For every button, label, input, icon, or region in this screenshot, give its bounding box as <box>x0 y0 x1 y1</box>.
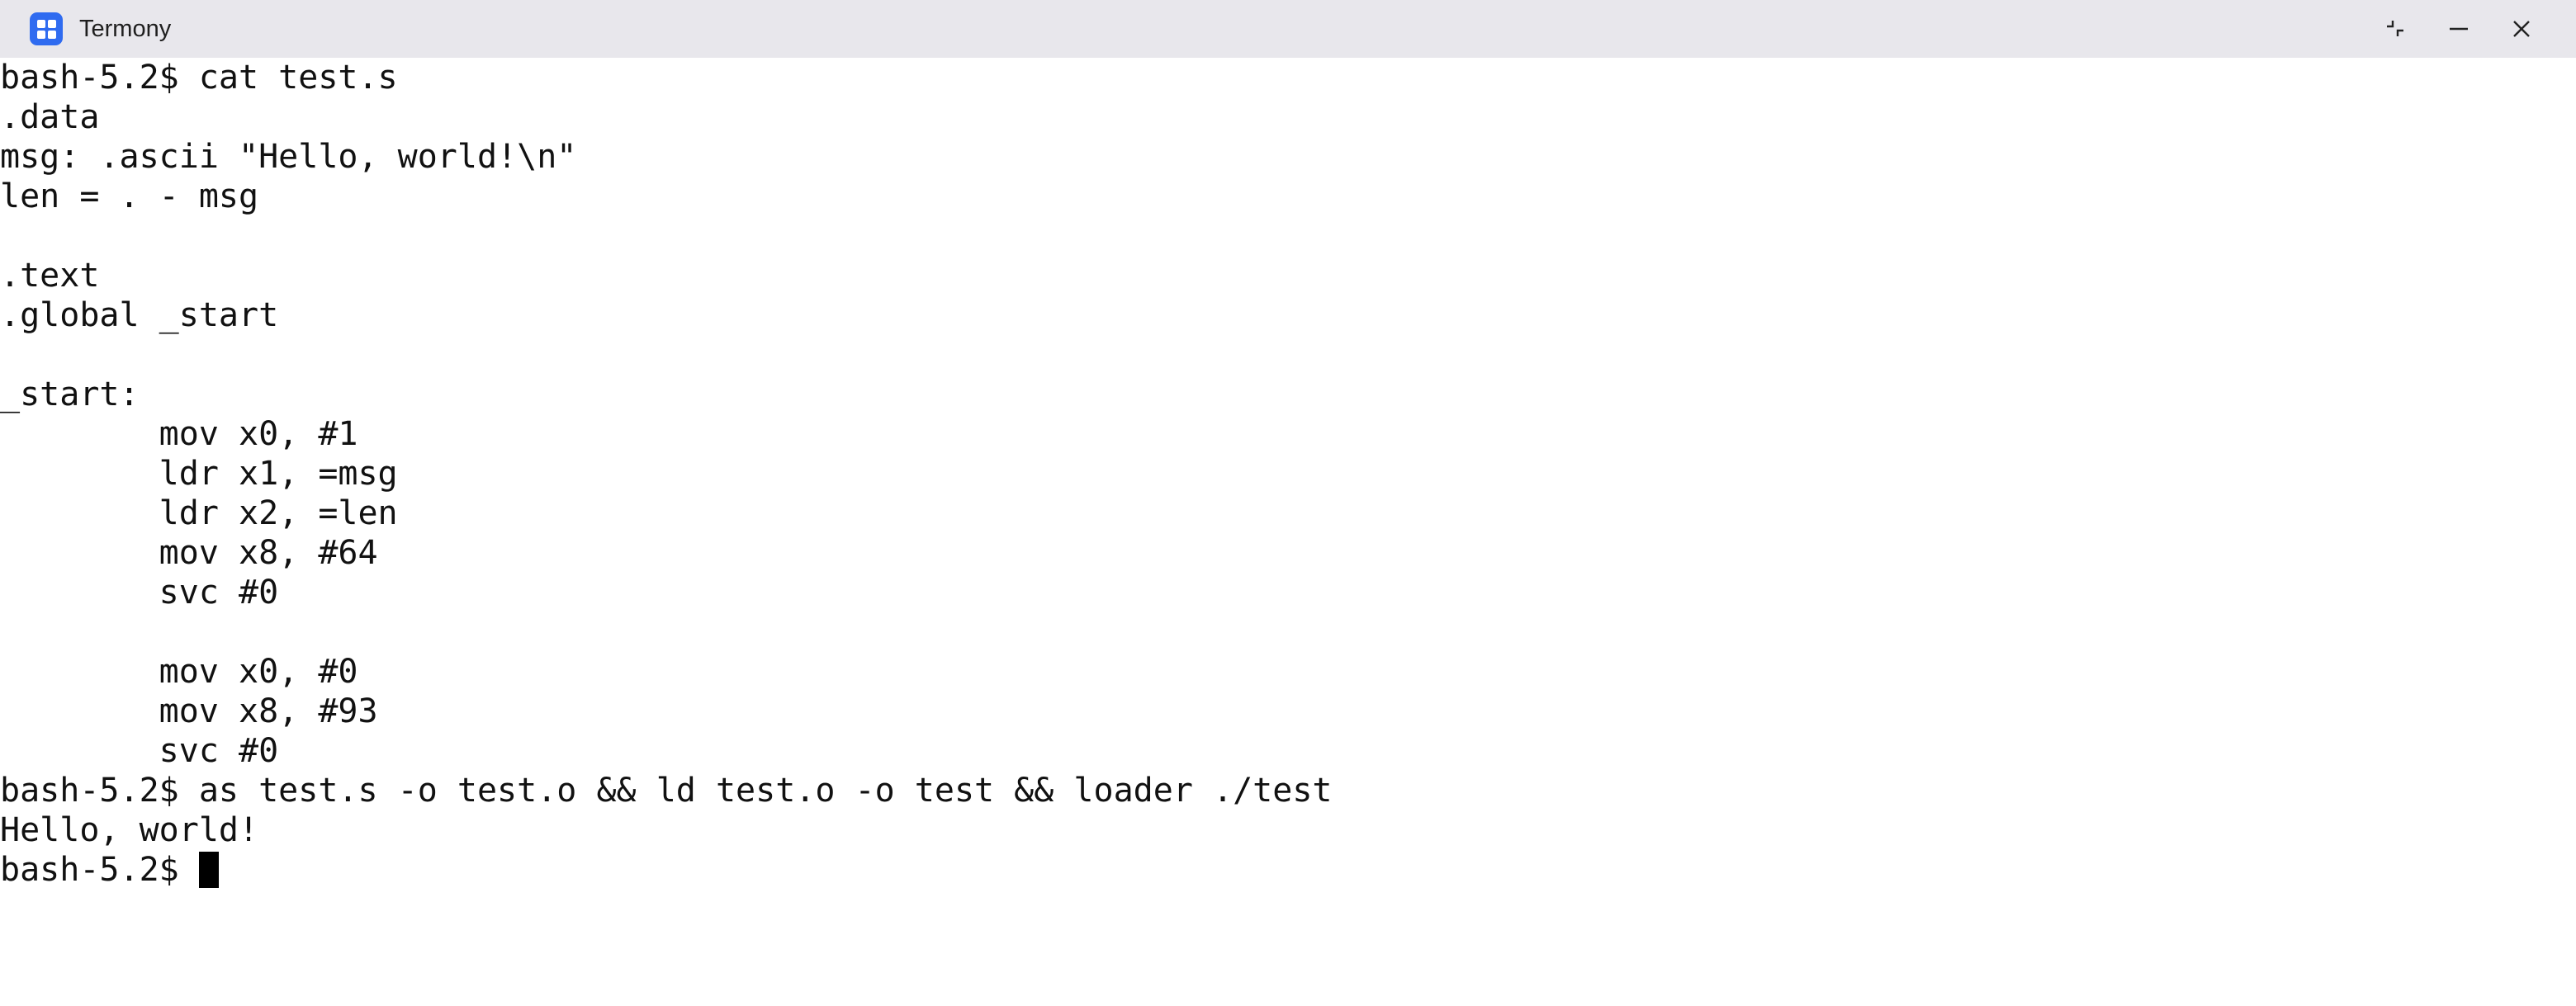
terminal-line: _start: <box>0 375 140 413</box>
close-button[interactable] <box>2502 9 2541 49</box>
terminal-line: svc #0 <box>0 574 279 612</box>
terminal-line: .text <box>0 257 100 295</box>
terminal-line: len = . - msg <box>0 177 259 215</box>
terminal-line: mov x0, #1 <box>0 415 358 453</box>
terminal-line: .data <box>0 98 100 136</box>
terminal-prompt: bash-5.2$ <box>0 851 199 889</box>
text-cursor <box>198 852 219 888</box>
terminal-line: Hello, world! <box>0 811 259 849</box>
terminal-prompt-line[interactable]: bash-5.2$ <box>0 850 2576 890</box>
terminal-line: ldr x1, =msg <box>0 455 398 493</box>
app-grid-icon <box>30 12 63 45</box>
title-bar[interactable]: Termony <box>0 0 2576 58</box>
terminal-output[interactable]: bash-5.2$ cat test.s .data msg: .ascii "… <box>0 58 2576 1006</box>
terminal-line: bash-5.2$ as test.s -o test.o && ld test… <box>0 772 1333 810</box>
minimize-button[interactable] <box>2439 9 2479 49</box>
terminal-line: ldr x2, =len <box>0 494 398 532</box>
terminal-line: mov x0, #0 <box>0 653 358 691</box>
window-title: Termony <box>79 16 172 42</box>
terminal-window: Termony bash-5.2$ cat test.s .data msg: … <box>0 0 2576 1006</box>
restore-button[interactable] <box>2378 9 2417 49</box>
restore-icon <box>2387 21 2403 36</box>
terminal-line: svc #0 <box>0 732 279 770</box>
terminal-line: .global _start <box>0 296 279 334</box>
terminal-line: bash-5.2$ cat test.s <box>0 59 398 97</box>
terminal-line: msg: .ascii "Hello, world!\n" <box>0 138 577 176</box>
terminal-line: mov x8, #64 <box>0 534 378 572</box>
terminal-line: mov x8, #93 <box>0 692 378 730</box>
minimize-icon <box>2450 27 2468 31</box>
close-icon <box>2513 21 2530 37</box>
